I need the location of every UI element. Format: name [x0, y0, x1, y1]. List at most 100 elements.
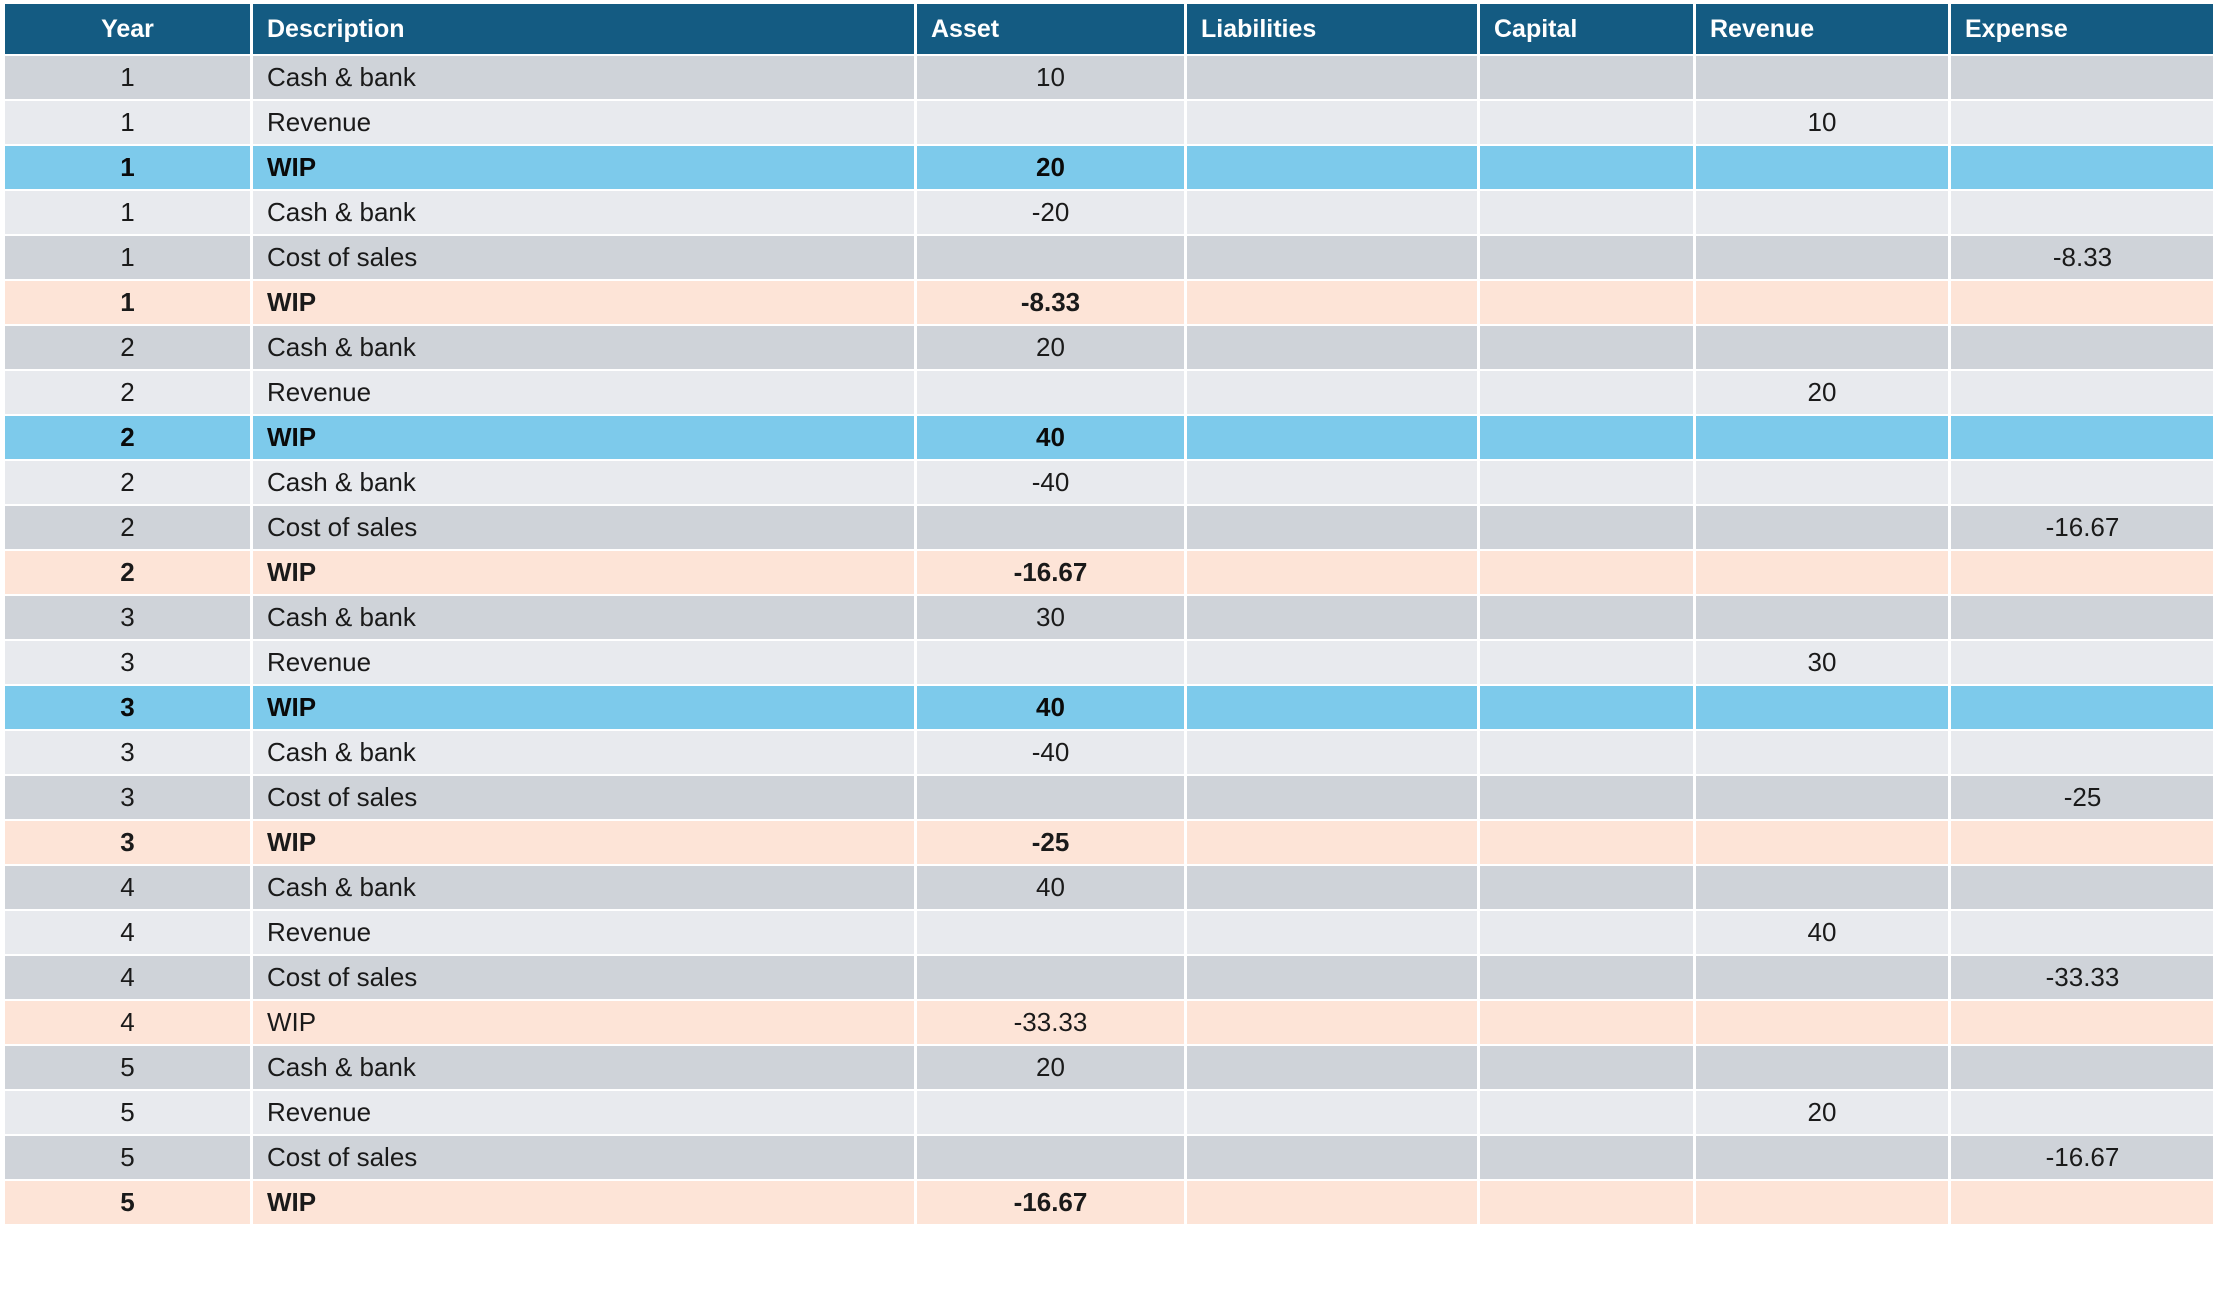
cell-year: 2: [5, 461, 250, 504]
cell-capital: [1480, 1046, 1693, 1089]
cell-year: 3: [5, 776, 250, 819]
cell-revenue: [1696, 821, 1948, 864]
cell-description: Revenue: [253, 641, 914, 684]
cell-capital: [1480, 1091, 1693, 1134]
cell-asset: -8.33: [917, 281, 1184, 324]
cell-expense: [1951, 416, 2213, 459]
cell-year: 3: [5, 731, 250, 774]
cell-capital: [1480, 866, 1693, 909]
cell-capital: [1480, 1136, 1693, 1179]
cell-asset: 40: [917, 416, 1184, 459]
cell-year: 1: [5, 146, 250, 189]
cell-expense: [1951, 1181, 2213, 1224]
cell-description: Revenue: [253, 101, 914, 144]
cell-revenue: [1696, 1136, 1948, 1179]
cell-year: 1: [5, 101, 250, 144]
cell-revenue: [1696, 281, 1948, 324]
cell-expense: [1951, 191, 2213, 234]
cell-description: Cost of sales: [253, 776, 914, 819]
cell-description: Revenue: [253, 911, 914, 954]
column-header-liabilities: Liabilities: [1187, 4, 1477, 54]
cell-asset: [917, 371, 1184, 414]
cell-asset: [917, 956, 1184, 999]
cell-year: 5: [5, 1091, 250, 1134]
cell-liabilities: [1187, 101, 1477, 144]
cell-asset: -40: [917, 731, 1184, 774]
cell-capital: [1480, 101, 1693, 144]
cell-liabilities: [1187, 686, 1477, 729]
cell-year: 1: [5, 56, 250, 99]
table-row: 2 Revenue 20: [5, 371, 2213, 414]
column-header-expense: Expense: [1951, 4, 2213, 54]
cell-expense: [1951, 1046, 2213, 1089]
cell-asset: 20: [917, 146, 1184, 189]
cell-liabilities: [1187, 236, 1477, 279]
cell-description: Revenue: [253, 371, 914, 414]
cell-description: Cost of sales: [253, 1136, 914, 1179]
cell-revenue: [1696, 1181, 1948, 1224]
cell-revenue: [1696, 596, 1948, 639]
table-row: 1 Cash & bank -20: [5, 191, 2213, 234]
cell-expense: [1951, 56, 2213, 99]
cell-capital: [1480, 326, 1693, 369]
cell-revenue: [1696, 776, 1948, 819]
column-header-description: Description: [253, 4, 914, 54]
cell-description: Cost of sales: [253, 956, 914, 999]
cell-capital: [1480, 371, 1693, 414]
cell-asset: 20: [917, 326, 1184, 369]
cell-expense: [1951, 461, 2213, 504]
cell-description: Cash & bank: [253, 461, 914, 504]
cell-capital: [1480, 731, 1693, 774]
cell-capital: [1480, 776, 1693, 819]
cell-liabilities: [1187, 146, 1477, 189]
cell-liabilities: [1187, 326, 1477, 369]
cell-asset: [917, 1091, 1184, 1134]
cell-asset: [917, 236, 1184, 279]
cell-year: 3: [5, 641, 250, 684]
table-row: 5 Cash & bank 20: [5, 1046, 2213, 1089]
cell-description: Cash & bank: [253, 866, 914, 909]
cell-revenue: [1696, 191, 1948, 234]
cell-liabilities: [1187, 191, 1477, 234]
cell-asset: -20: [917, 191, 1184, 234]
cell-capital: [1480, 821, 1693, 864]
cell-expense: [1951, 641, 2213, 684]
cell-asset: [917, 1136, 1184, 1179]
table-row: 4 WIP -33.33: [5, 1001, 2213, 1044]
cell-expense: -16.67: [1951, 506, 2213, 549]
cell-asset: -16.67: [917, 1181, 1184, 1224]
cell-description: WIP: [253, 821, 914, 864]
cell-description: Cost of sales: [253, 236, 914, 279]
cell-expense: -25: [1951, 776, 2213, 819]
cell-liabilities: [1187, 911, 1477, 954]
cell-year: 2: [5, 371, 250, 414]
cell-year: 1: [5, 191, 250, 234]
table-row: 3 WIP -25: [5, 821, 2213, 864]
table-row: 2 WIP -16.67: [5, 551, 2213, 594]
cell-year: 3: [5, 821, 250, 864]
table-row: 3 Cash & bank 30: [5, 596, 2213, 639]
cell-description: Revenue: [253, 1091, 914, 1134]
cell-capital: [1480, 461, 1693, 504]
cell-description: WIP: [253, 551, 914, 594]
cell-asset: 40: [917, 866, 1184, 909]
cell-description: WIP: [253, 1001, 914, 1044]
cell-liabilities: [1187, 956, 1477, 999]
cell-description: WIP: [253, 1181, 914, 1224]
cell-liabilities: [1187, 461, 1477, 504]
cell-asset: [917, 776, 1184, 819]
cell-revenue: [1696, 461, 1948, 504]
cell-capital: [1480, 56, 1693, 99]
table-row: 4 Revenue 40: [5, 911, 2213, 954]
table-row: 3 Cash & bank -40: [5, 731, 2213, 774]
cell-liabilities: [1187, 1136, 1477, 1179]
cell-liabilities: [1187, 416, 1477, 459]
cell-expense: [1951, 686, 2213, 729]
cell-liabilities: [1187, 641, 1477, 684]
cell-description: Cost of sales: [253, 506, 914, 549]
cell-capital: [1480, 551, 1693, 594]
column-header-revenue: Revenue: [1696, 4, 1948, 54]
cell-description: Cash & bank: [253, 1046, 914, 1089]
cell-revenue: [1696, 731, 1948, 774]
table-row: 1 Cash & bank 10: [5, 56, 2213, 99]
